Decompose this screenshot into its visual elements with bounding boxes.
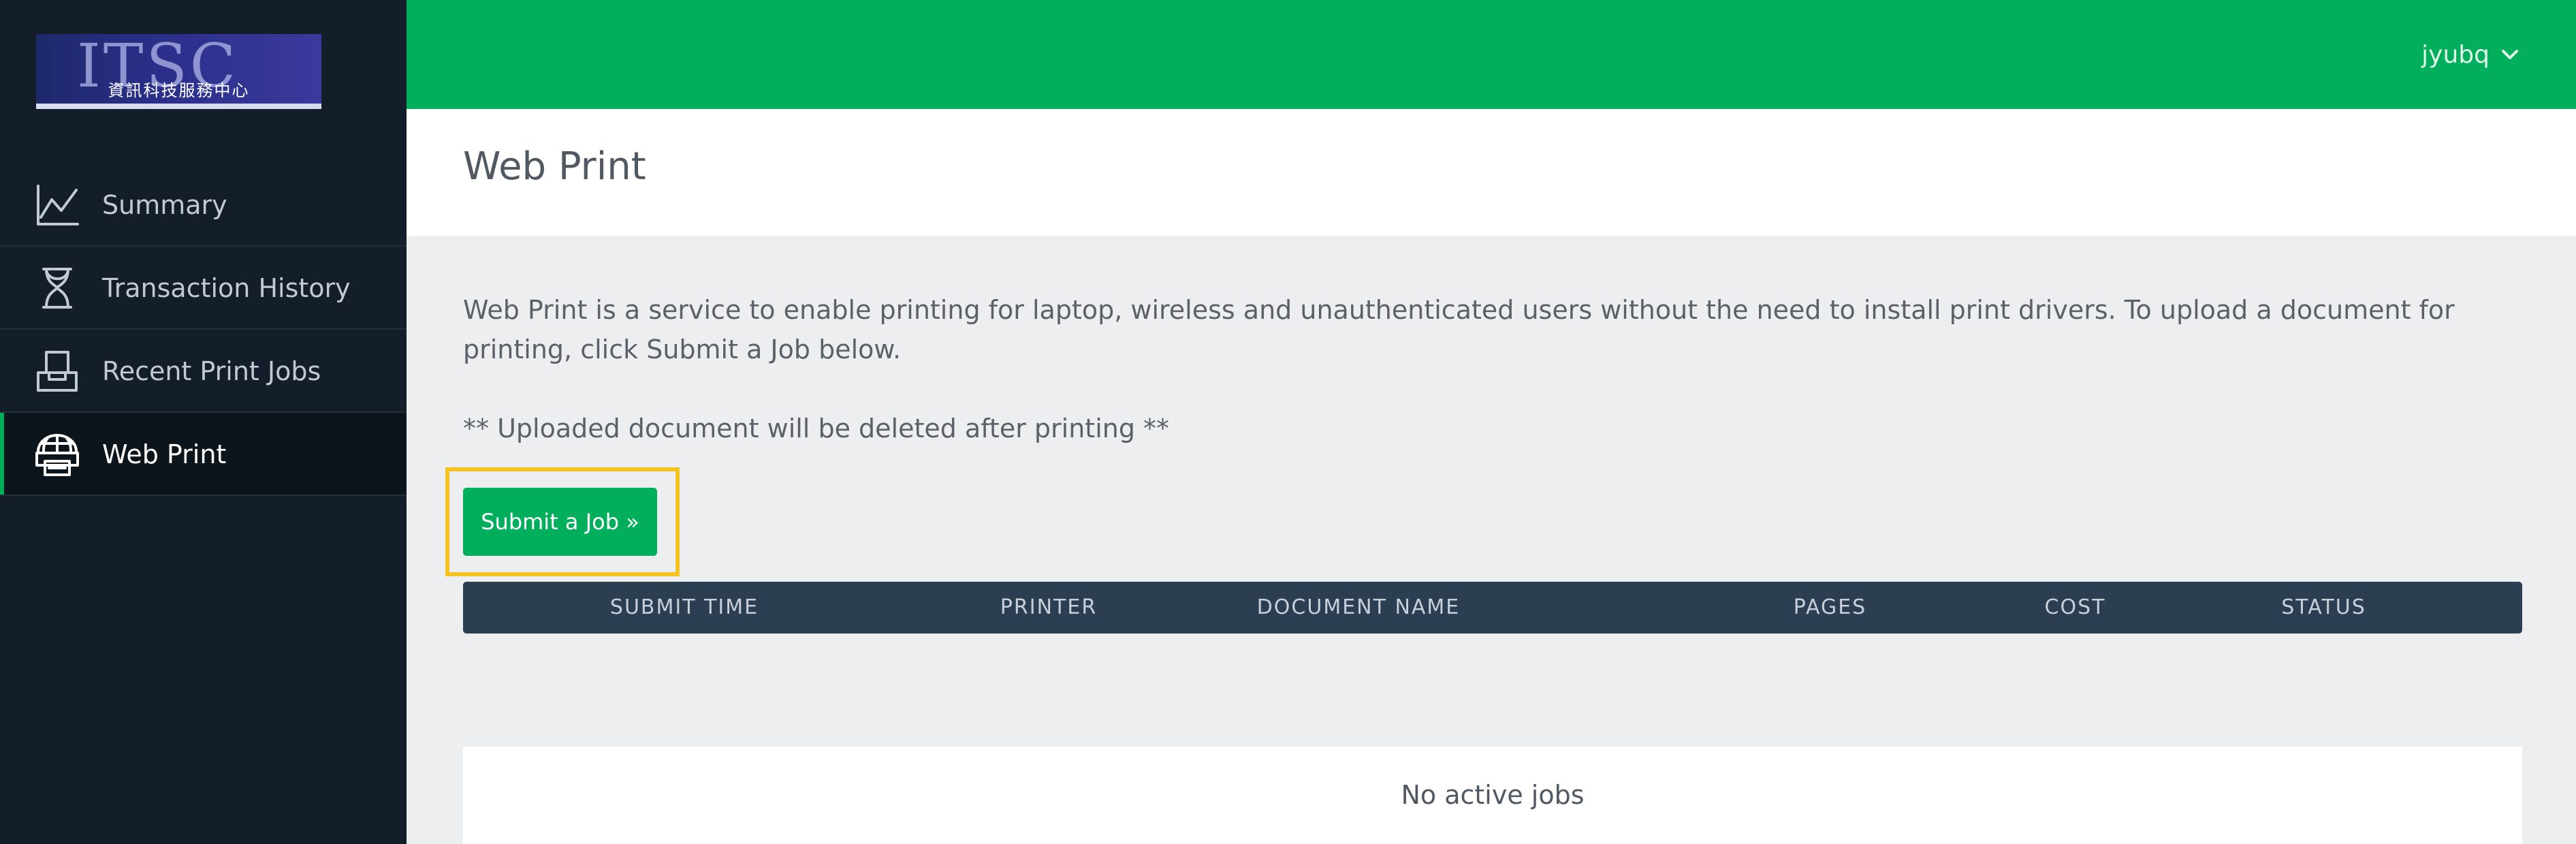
column-header-status[interactable]: STATUS [2230, 582, 2417, 634]
page-title: Web Print [463, 144, 646, 189]
column-header-printer[interactable]: PRINTER [953, 582, 1144, 634]
submit-job-button[interactable]: Submit a Job » [463, 488, 657, 556]
top-bar: jyubq [407, 0, 2576, 109]
title-bar: Web Print [407, 109, 2576, 236]
jobs-table-header: SUBMIT TIME PRINTER DOCUMENT NAME PAGES … [463, 582, 2522, 634]
sidebar-item-transaction-history[interactable]: Transaction History [0, 247, 407, 330]
sidebar-item-summary[interactable]: Summary [0, 163, 407, 247]
empty-state-message: No active jobs [1401, 780, 1585, 810]
deletion-note: ** Uploaded document will be deleted aft… [463, 413, 1170, 443]
sidebar-item-recent-print-jobs[interactable]: Recent Print Jobs [0, 330, 407, 413]
column-header-pages[interactable]: PAGES [1757, 582, 1903, 634]
app: ITSC 資訊科技服務中心 Summary Transaction Histor… [0, 0, 2576, 844]
inbox-tray-icon [34, 348, 80, 394]
sidebar-item-web-print[interactable]: Web Print [0, 413, 407, 496]
jobs-table-body: No active jobs [463, 747, 2522, 844]
sidebar-item-label: Recent Print Jobs [102, 356, 321, 386]
sidebar-item-label: Web Print [102, 439, 227, 469]
user-name: jyubq [2421, 40, 2490, 69]
sidebar-nav: Summary Transaction History Recent Print… [0, 163, 407, 496]
itsc-logo[interactable]: ITSC 資訊科技服務中心 [36, 34, 321, 109]
logo-underline [36, 104, 321, 109]
chart-line-icon [34, 182, 80, 228]
logo-subtitle: 資訊科技服務中心 [108, 81, 250, 100]
sidebar: ITSC 資訊科技服務中心 Summary Transaction Histor… [0, 0, 407, 844]
column-header-submit-time[interactable]: SUBMIT TIME [565, 582, 804, 634]
intro-text: Web Print is a service to enable printin… [463, 295, 2455, 364]
user-menu[interactable]: jyubq [2421, 37, 2519, 72]
hourglass-icon [34, 265, 80, 311]
column-header-cost[interactable]: COST [2002, 582, 2148, 634]
sidebar-item-label: Summary [102, 190, 227, 220]
chevron-down-icon [2502, 50, 2518, 59]
column-header-document-name[interactable]: DOCUMENT NAME [1212, 582, 1505, 634]
globe-printer-icon [34, 431, 80, 478]
sidebar-item-label: Transaction History [102, 273, 351, 303]
